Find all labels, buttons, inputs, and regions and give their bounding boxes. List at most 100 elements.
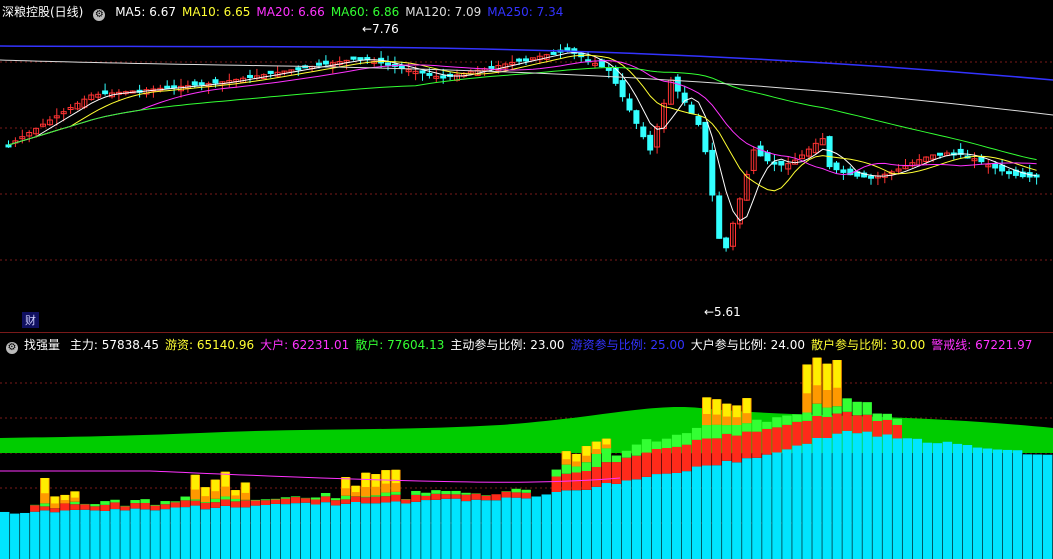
volume-bar-lime — [441, 490, 451, 495]
candle-body — [102, 90, 109, 95]
volume-bar-main — [651, 474, 662, 559]
volume-bar-main — [932, 443, 943, 559]
volume-bar-red — [671, 446, 682, 473]
volume-bar-lime — [862, 402, 872, 415]
volume-bar-red — [691, 439, 702, 467]
volume-bar-lime — [551, 469, 561, 477]
volume-bar-main — [200, 509, 210, 559]
volume-bar-lime — [250, 499, 261, 501]
volume-bar-main — [561, 490, 572, 559]
volume-bar-main — [982, 448, 993, 559]
volume-bar-main — [902, 438, 912, 559]
volume-bar-red — [712, 438, 722, 466]
volume-bar-lime — [290, 496, 301, 498]
candle-body — [357, 57, 364, 61]
volume-bar-yellow — [51, 496, 59, 504]
candle-body — [191, 81, 198, 86]
volume-bar-red — [601, 462, 612, 484]
volume-bar-main — [972, 447, 983, 559]
volume-bar-main — [451, 498, 461, 559]
candle-body — [723, 237, 730, 249]
volume-bar-red — [611, 462, 622, 484]
volume-bar-lime — [521, 489, 531, 493]
volume-bar-main — [802, 443, 812, 559]
volume-bar-red — [290, 497, 301, 504]
volume-bar-lime — [391, 491, 401, 495]
volume-bar-red — [561, 473, 572, 491]
volume-bar-yellow — [803, 364, 811, 394]
volume-bar-red — [822, 416, 832, 439]
volume-bar-yellow — [813, 357, 821, 386]
candle-body — [267, 70, 274, 74]
volume-bar-red — [742, 431, 752, 459]
volume-bar-lime — [120, 505, 130, 507]
volume-bar-lime — [461, 492, 471, 495]
volume-bar-red — [190, 500, 200, 506]
volume-bar-red — [551, 476, 561, 492]
volume-bar-main — [611, 483, 622, 559]
volume-bar-red — [722, 433, 732, 461]
volume-bar-red — [180, 500, 190, 508]
volume-bar-lime — [140, 499, 150, 504]
volume-bar-red — [80, 504, 90, 510]
volume-bar-yellow — [61, 494, 69, 501]
candle-body — [640, 126, 647, 138]
volume-bar-main — [812, 437, 822, 559]
volume-bar-main — [60, 510, 70, 559]
volume-bar-main — [120, 510, 130, 559]
volume-bar-main — [1042, 454, 1053, 559]
finance-badge[interactable]: 财 — [22, 312, 39, 328]
candle-body — [937, 152, 943, 156]
volume-bar-yellow — [201, 487, 210, 497]
volume-bar-red — [511, 492, 521, 498]
volume-bar-main — [40, 510, 50, 559]
volume-bar-lime — [671, 434, 682, 447]
volume-bar-main — [140, 509, 150, 559]
volume-bar-main — [691, 466, 702, 559]
volume-bar-lime — [110, 499, 120, 503]
volume-indicator-panel[interactable]: ⚙ 找强量 主力: 57838.45 游资: 65140.96 大户: 62231.0… — [0, 333, 1053, 559]
volume-bar-main — [571, 490, 582, 559]
volume-bar-main — [601, 483, 612, 559]
volume-bar-yellow — [562, 451, 571, 460]
volume-bar-main — [732, 462, 742, 559]
volume-bar-main — [411, 501, 421, 559]
candle-body — [992, 163, 999, 169]
volume-bar-lime — [340, 495, 351, 500]
candle-body — [1006, 171, 1012, 175]
candlestick-chart[interactable]: ←7.76 ←5.61 — [0, 0, 1053, 332]
volume-bar-lime — [280, 497, 291, 499]
volume-bar-main — [912, 438, 923, 559]
volume-bar-main — [962, 445, 973, 559]
volume-bar-main — [100, 510, 110, 559]
candle-body — [426, 72, 433, 76]
volume-bar-yellow — [582, 446, 591, 456]
volume-bar-yellow — [572, 453, 581, 462]
stacked-volume-chart[interactable] — [0, 333, 1053, 559]
volume-bar-yellow — [743, 398, 751, 414]
volume-bar-lime — [641, 439, 652, 453]
volume-bar-red — [792, 421, 802, 446]
volume-bar-red — [70, 504, 80, 510]
candle-body — [688, 104, 695, 114]
volume-bar-yellow — [592, 441, 601, 450]
volume-bar-lime — [320, 493, 331, 497]
volume-bar-main — [631, 479, 642, 559]
ma10-line — [8, 54, 1037, 192]
volume-bar-lime — [230, 498, 241, 502]
volume-bar-main — [421, 500, 431, 559]
volume-bar-red — [521, 492, 531, 499]
volume-bar-main — [340, 503, 351, 559]
volume-bar-yellow — [231, 490, 240, 496]
volume-bar-lime — [361, 496, 371, 498]
volume-bar-main — [1002, 449, 1013, 559]
volume-bar-red — [431, 493, 441, 500]
volume-bar-red — [621, 457, 632, 481]
volume-bar-red — [882, 419, 892, 435]
volume-bar-main — [832, 433, 842, 559]
volume-bar-main — [391, 501, 401, 559]
volume-bar-red — [681, 444, 692, 472]
price-chart-panel[interactable]: 深粮控股(日线) ⚙ MA5: 6.67 MA10: 6.65 MA20: 6.66 M… — [0, 0, 1053, 333]
volume-bar-lime — [180, 496, 190, 501]
volume-bar-lime — [601, 448, 612, 463]
